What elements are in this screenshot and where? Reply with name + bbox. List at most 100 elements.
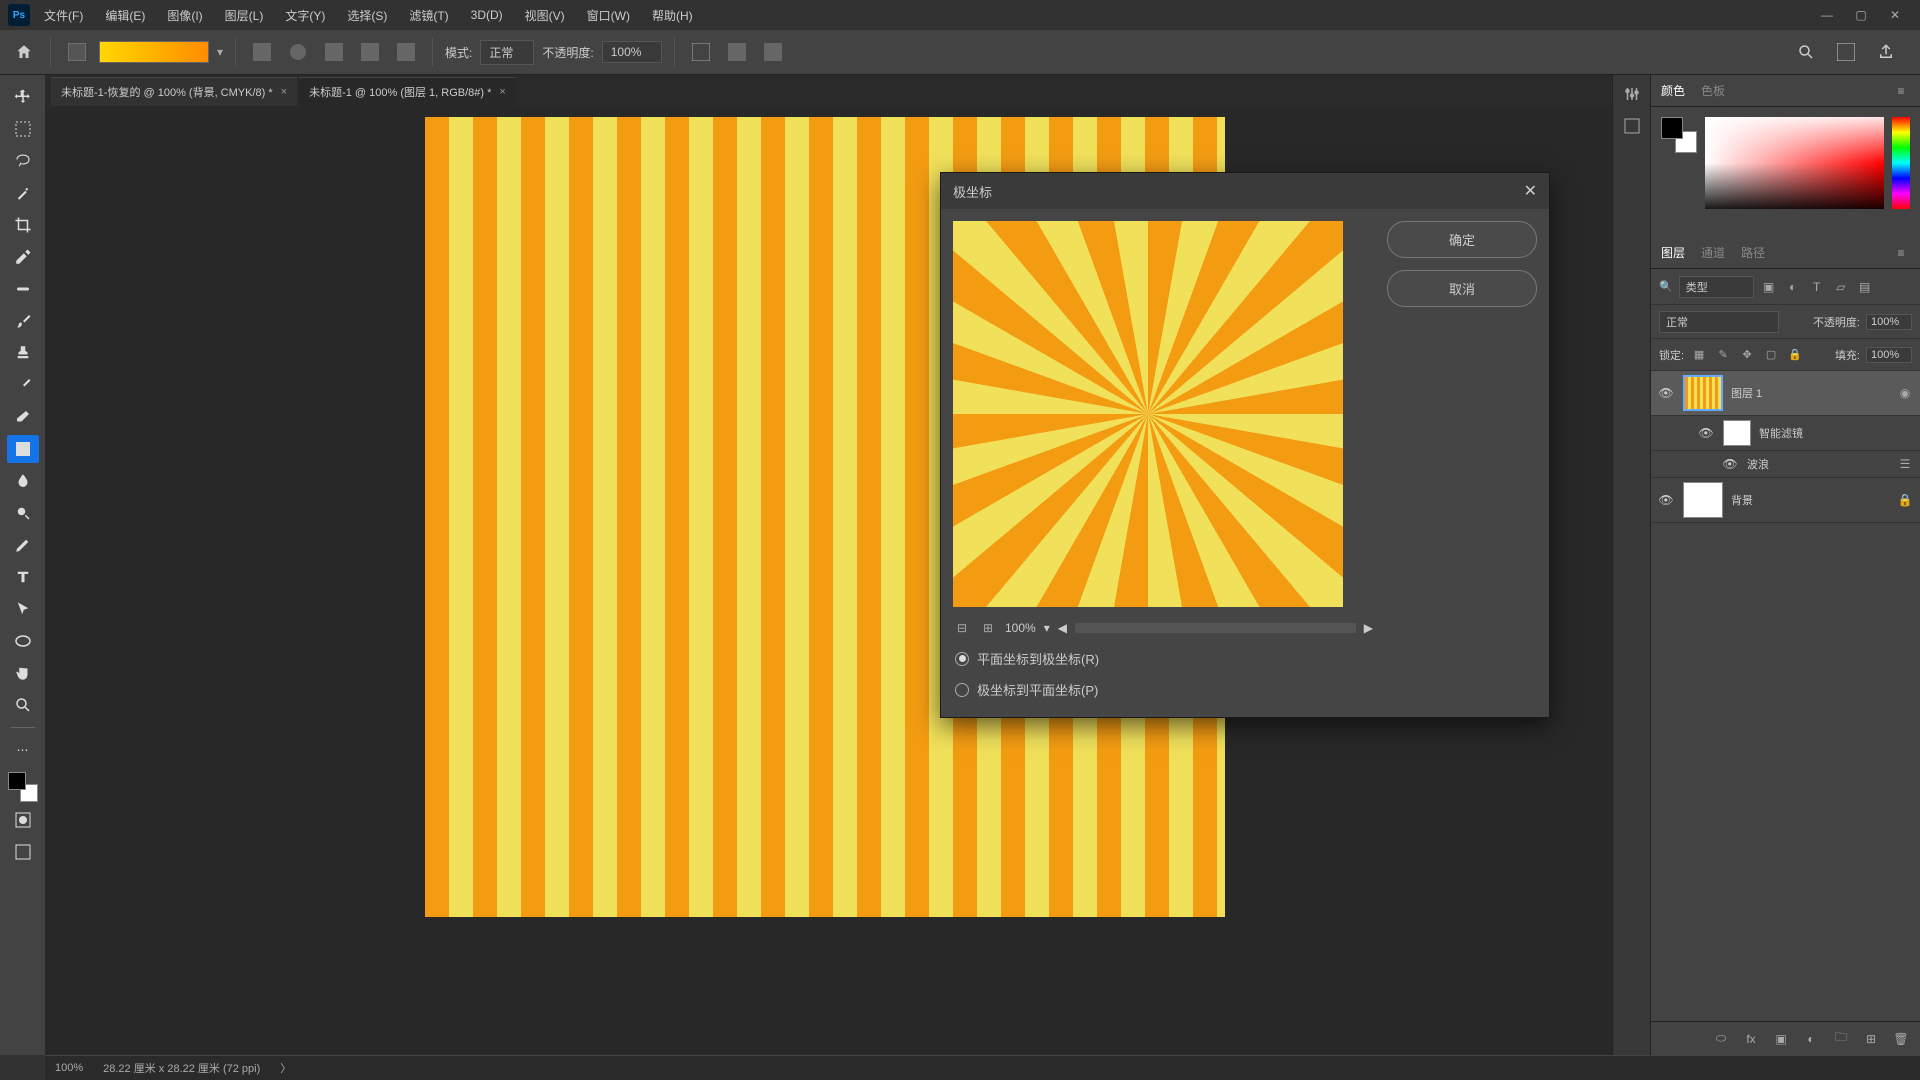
tab-swatches[interactable]: 色板 <box>1701 82 1725 99</box>
stamp-tool[interactable] <box>7 339 39 367</box>
layer-thumbnail[interactable] <box>1723 420 1751 446</box>
smart-filter-icon[interactable]: ◉ <box>1896 384 1914 402</box>
eraser-tool[interactable] <box>7 403 39 431</box>
layer-row[interactable]: 👁 波浪 ☰ <box>1651 451 1920 478</box>
menu-edit[interactable]: 编辑(E) <box>97 3 153 28</box>
layer-opacity-value[interactable]: 100% <box>1866 314 1912 330</box>
filter-options-icon[interactable]: ☰ <box>1896 455 1914 473</box>
preview-zoom-value[interactable]: 100% <box>1005 621 1036 635</box>
chevron-down-icon[interactable]: ▾ <box>1044 621 1050 635</box>
layer-name[interactable]: 背景 <box>1731 492 1888 508</box>
hand-tool[interactable] <box>7 659 39 687</box>
ok-button[interactable]: 确定 <box>1387 221 1537 258</box>
search-icon[interactable] <box>1792 38 1820 66</box>
menu-filter[interactable]: 滤镜(T) <box>401 3 456 28</box>
hue-slider[interactable] <box>1892 117 1910 209</box>
lock-position-icon[interactable]: ✥ <box>1738 346 1756 364</box>
lasso-tool[interactable] <box>7 147 39 175</box>
quickmask-icon[interactable] <box>7 806 39 834</box>
tab-doc-0[interactable]: 未标题-1-恢复的 @ 100% (背景, CMYK/8) *× <box>51 77 297 106</box>
opacity-value[interactable]: 100% <box>602 41 663 63</box>
screenmode-icon[interactable] <box>7 838 39 866</box>
layer-name[interactable]: 图层 1 <box>1731 385 1888 401</box>
libraries-panel-icon[interactable] <box>1623 117 1641 135</box>
shape-tool[interactable] <box>7 627 39 655</box>
minimize-button[interactable]: — <box>1818 6 1836 24</box>
filter-image-icon[interactable]: ▣ <box>1760 278 1778 296</box>
radio-icon[interactable] <box>955 652 969 666</box>
menu-select[interactable]: 选择(S) <box>339 3 395 28</box>
color-swatches[interactable] <box>8 772 38 802</box>
option-polar-to-rect[interactable]: 极坐标到平面坐标(P) <box>953 674 1373 705</box>
maximize-button[interactable]: ▢ <box>1852 6 1870 24</box>
tab-layers[interactable]: 图层 <box>1661 244 1685 261</box>
nav-right-icon[interactable]: ▶ <box>1364 621 1373 635</box>
history-brush-tool[interactable] <box>7 371 39 399</box>
share-icon[interactable] <box>1872 38 1900 66</box>
blur-tool[interactable] <box>7 467 39 495</box>
mask-icon[interactable]: ▣ <box>1772 1030 1790 1048</box>
diamond-gradient-icon[interactable] <box>392 38 420 66</box>
menu-help[interactable]: 帮助(H) <box>644 3 701 28</box>
menu-type[interactable]: 文字(Y) <box>277 3 333 28</box>
group-icon[interactable]: 🗀 <box>1832 1030 1850 1048</box>
tab-doc-1[interactable]: 未标题-1 @ 100% (图层 1, RGB/8#) *× <box>299 77 516 106</box>
preview-scrollbar[interactable] <box>1075 623 1356 633</box>
filter-preview[interactable] <box>953 221 1343 607</box>
layer-row[interactable]: 👁 背景 🔒 <box>1651 478 1920 523</box>
zoom-tool[interactable] <box>7 691 39 719</box>
gradient-swatch-icon[interactable] <box>63 38 91 66</box>
layer-thumbnail[interactable] <box>1683 375 1723 411</box>
link-layers-icon[interactable]: ⬭ <box>1712 1030 1730 1048</box>
tab-paths[interactable]: 路径 <box>1741 244 1765 261</box>
close-icon[interactable]: × <box>499 86 505 98</box>
tab-color[interactable]: 颜色 <box>1661 82 1685 99</box>
pen-tool[interactable] <box>7 531 39 559</box>
path-select-tool[interactable] <box>7 595 39 623</box>
close-icon[interactable]: × <box>281 86 287 98</box>
filter-adjust-icon[interactable]: ◐ <box>1784 278 1802 296</box>
zoom-out-icon[interactable]: ⊟ <box>953 619 971 637</box>
heal-tool[interactable] <box>7 275 39 303</box>
workspace-icon[interactable] <box>1832 38 1860 66</box>
zoom-readout[interactable]: 100% <box>55 1062 83 1074</box>
brush-tool[interactable] <box>7 307 39 335</box>
dialog-titlebar[interactable]: 极坐标 ✕ <box>941 173 1549 209</box>
visibility-icon[interactable]: 👁 <box>1721 457 1739 471</box>
layer-thumbnail[interactable] <box>1683 482 1723 518</box>
edit-toolbar-icon[interactable]: ⋯ <box>7 736 39 764</box>
eyedropper-tool[interactable] <box>7 243 39 271</box>
new-layer-icon[interactable]: ⊞ <box>1862 1030 1880 1048</box>
marquee-tool[interactable] <box>7 115 39 143</box>
gradient-tool[interactable] <box>7 435 39 463</box>
lock-all-icon[interactable]: 🔒 <box>1786 346 1804 364</box>
adjustment-layer-icon[interactable]: ◐ <box>1802 1030 1820 1048</box>
dodge-tool[interactable] <box>7 499 39 527</box>
filter-smart-icon[interactable]: ▤ <box>1856 278 1874 296</box>
radial-gradient-icon[interactable] <box>284 38 312 66</box>
chevron-right-icon[interactable]: 〉 <box>280 1060 291 1076</box>
angle-gradient-icon[interactable] <box>320 38 348 66</box>
home-icon[interactable] <box>10 38 38 66</box>
fx-icon[interactable]: fx <box>1742 1030 1760 1048</box>
panel-menu-icon[interactable]: ≡ <box>1892 82 1910 100</box>
lock-pixels-icon[interactable]: ▦ <box>1690 346 1708 364</box>
layer-row[interactable]: 👁 图层 1 ◉ <box>1651 371 1920 416</box>
option-rect-to-polar[interactable]: 平面坐标到极坐标(R) <box>953 643 1373 674</box>
layer-name[interactable]: 智能滤镜 <box>1759 425 1914 441</box>
document-dimensions[interactable]: 28.22 厘米 x 28.22 厘米 (72 ppi) <box>103 1060 260 1076</box>
crop-tool[interactable] <box>7 211 39 239</box>
dither-icon[interactable] <box>723 38 751 66</box>
panel-menu-icon[interactable]: ≡ <box>1892 244 1910 262</box>
radio-icon[interactable] <box>955 683 969 697</box>
layer-row[interactable]: 👁 智能滤镜 <box>1651 416 1920 451</box>
nav-left-icon[interactable]: ◀ <box>1058 621 1067 635</box>
adjustments-panel-icon[interactable] <box>1623 85 1641 103</box>
zoom-in-icon[interactable]: ⊞ <box>979 619 997 637</box>
layer-filter-select[interactable]: 类型 <box>1679 276 1754 298</box>
menu-image[interactable]: 图像(I) <box>159 3 210 28</box>
menu-view[interactable]: 视图(V) <box>517 3 573 28</box>
reverse-icon[interactable] <box>687 38 715 66</box>
move-tool[interactable] <box>7 83 39 111</box>
color-field[interactable] <box>1705 117 1884 209</box>
